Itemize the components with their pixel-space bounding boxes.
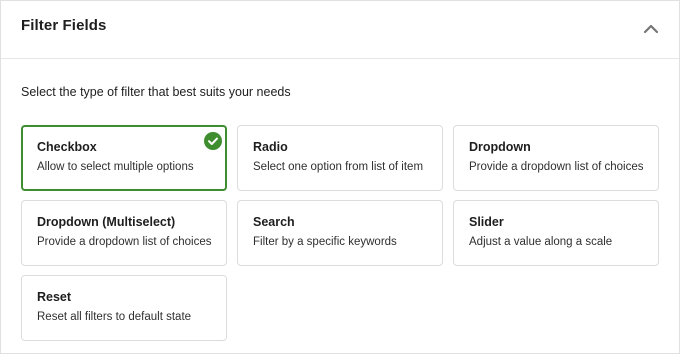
filter-option-description: Select one option from list of item bbox=[253, 161, 424, 173]
filter-option-title: Dropdown bbox=[469, 140, 531, 154]
intro-text: Select the type of filter that best suit… bbox=[21, 85, 291, 99]
filter-option-slider[interactable]: Slider Adjust a value along a scale bbox=[453, 200, 659, 266]
filter-option-radio[interactable]: Radio Select one option from list of ite… bbox=[237, 125, 443, 191]
panel-title: Filter Fields bbox=[21, 17, 107, 34]
filter-option-description: Allow to select multiple options bbox=[37, 161, 194, 173]
filter-option-title: Reset bbox=[37, 290, 72, 304]
filter-option-title: Dropdown (Multiselect) bbox=[37, 215, 176, 229]
filter-option-description: Adjust a value along a scale bbox=[469, 236, 613, 248]
filter-option-checkbox[interactable]: Checkbox Allow to select multiple option… bbox=[21, 125, 227, 191]
filter-option-title: Checkbox bbox=[37, 140, 97, 154]
filter-option-description: Provide a dropdown list of choices bbox=[37, 236, 212, 248]
filter-option-title: Search bbox=[253, 215, 295, 229]
panel-header[interactable]: Filter Fields bbox=[1, 1, 679, 59]
filter-fields-panel: Filter Fields Select the type of filter … bbox=[0, 0, 680, 354]
filter-option-title: Slider bbox=[469, 215, 504, 229]
filter-option-description: Provide a dropdown list of choices bbox=[469, 161, 644, 173]
filter-option-dropdown[interactable]: Dropdown Provide a dropdown list of choi… bbox=[453, 125, 659, 191]
filter-option-search[interactable]: Search Filter by a specific keywords bbox=[237, 200, 443, 266]
filter-option-description: Reset all filters to default state bbox=[37, 311, 192, 323]
chevron-up-icon[interactable] bbox=[637, 17, 665, 41]
filter-option-dropdown-multiselect[interactable]: Dropdown (Multiselect) Provide a dropdow… bbox=[21, 200, 227, 266]
filter-option-description: Filter by a specific keywords bbox=[253, 236, 397, 248]
filter-option-reset[interactable]: Reset Reset all filters to default state bbox=[21, 275, 227, 341]
filter-option-title: Radio bbox=[253, 140, 288, 154]
checkmark-icon bbox=[204, 132, 222, 150]
